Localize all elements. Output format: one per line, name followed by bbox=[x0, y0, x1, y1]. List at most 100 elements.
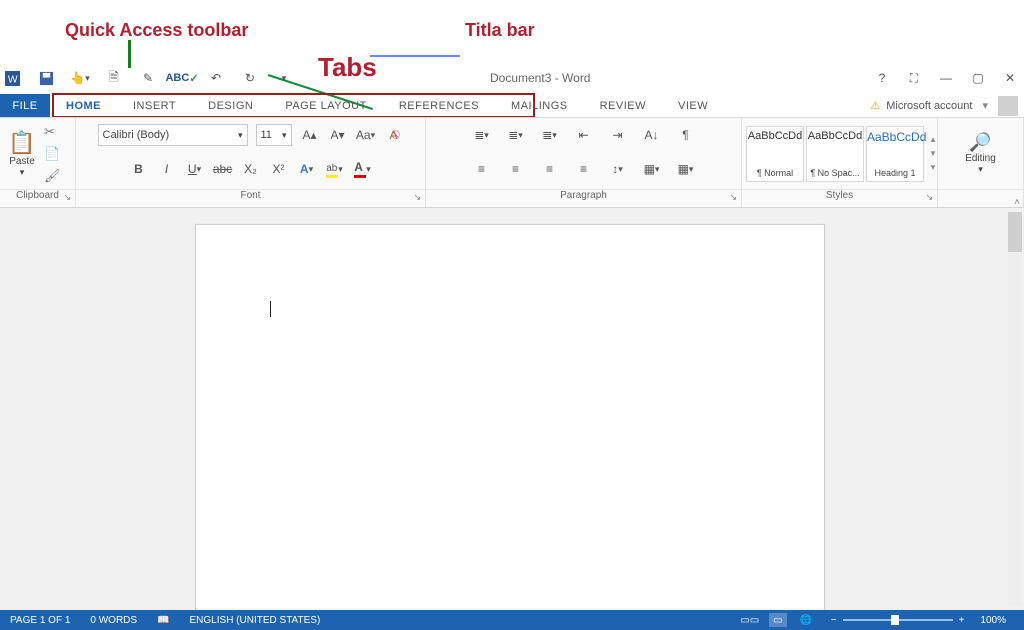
format-painter-icon[interactable]: 🖌 bbox=[44, 168, 61, 184]
clipboard-launcher-icon[interactable]: ↘ bbox=[63, 192, 71, 203]
save-icon[interactable] bbox=[38, 70, 54, 86]
qat-customize-icon[interactable]: ▾ bbox=[276, 70, 292, 86]
multilevel-button[interactable]: ≣▾ bbox=[540, 125, 560, 145]
grow-font-button[interactable]: A▴ bbox=[300, 125, 320, 145]
justify-button[interactable]: ≡ bbox=[574, 159, 594, 179]
tab-page-layout[interactable]: PAGE LAYOUT bbox=[269, 94, 383, 117]
paste-label: Paste bbox=[4, 156, 40, 167]
shrink-font-button[interactable]: A▾ bbox=[328, 125, 348, 145]
tab-mailings[interactable]: MAILINGS bbox=[495, 94, 584, 117]
font-name-select[interactable]: Calibri (Body)▾ bbox=[98, 124, 248, 146]
text-effects-button[interactable]: A▾ bbox=[297, 159, 317, 179]
numbering-button[interactable]: ≣▾ bbox=[506, 125, 526, 145]
italic-button[interactable]: I bbox=[157, 159, 177, 179]
group-paragraph: ≣▾ ≣▾ ≣▾ ⇤ ⇥ A↓ ¶ ≡ ≡ ≡ ≡ ↕▾ ▦▾ ▦▾ Parag… bbox=[426, 118, 742, 207]
print-layout-button[interactable]: ▭ bbox=[769, 613, 787, 627]
group-label-font: Font bbox=[240, 190, 260, 201]
status-language[interactable]: ENGLISH (UNITED STATES) bbox=[180, 615, 331, 626]
tab-design[interactable]: DESIGN bbox=[192, 94, 269, 117]
paste-button[interactable]: 📋 Paste ▾ bbox=[4, 130, 40, 178]
bullets-button[interactable]: ≣▾ bbox=[472, 125, 492, 145]
ribbon-display-icon[interactable]: ⛶ bbox=[906, 70, 922, 86]
font-size-select[interactable]: 11▾ bbox=[256, 124, 292, 146]
zoom-track[interactable] bbox=[843, 619, 953, 621]
tab-file[interactable]: FILE bbox=[0, 94, 50, 117]
account-dropdown-icon[interactable]: ▾ bbox=[978, 99, 992, 112]
paste-icon: 📋 bbox=[4, 130, 40, 156]
tab-view[interactable]: VIEW bbox=[662, 94, 724, 117]
help-icon[interactable]: ? bbox=[874, 70, 890, 86]
cut-icon[interactable]: ✂ bbox=[44, 124, 61, 140]
status-page[interactable]: PAGE 1 OF 1 bbox=[0, 615, 80, 626]
zoom-in-button[interactable]: + bbox=[959, 615, 965, 626]
borders-button[interactable]: ▦▾ bbox=[676, 159, 696, 179]
anno-title: Titla bar bbox=[465, 20, 535, 41]
new-doc-icon[interactable]: 🗎 bbox=[106, 70, 122, 86]
redo-icon[interactable]: ↻ bbox=[242, 70, 258, 86]
font-launcher-icon[interactable]: ↘ bbox=[413, 192, 421, 203]
titlebar-text: Document3 - Word bbox=[490, 71, 590, 85]
strikethrough-button[interactable]: abc bbox=[213, 159, 233, 179]
align-center-button[interactable]: ≡ bbox=[506, 159, 526, 179]
subscript-button[interactable]: X₂ bbox=[241, 159, 261, 179]
style-no-spacing[interactable]: AaBbCcDd¶ No Spac... bbox=[806, 126, 864, 182]
group-label-styles: Styles bbox=[826, 190, 853, 201]
paragraph-launcher-icon[interactable]: ↘ bbox=[729, 192, 737, 203]
document-page[interactable] bbox=[195, 224, 825, 626]
open-icon[interactable]: ✎ bbox=[140, 70, 156, 86]
maximize-icon[interactable]: ▢ bbox=[970, 70, 986, 86]
status-proofing-icon[interactable]: 📖 bbox=[147, 615, 179, 626]
collapse-ribbon-icon[interactable]: ˄ bbox=[1014, 197, 1020, 208]
anno-title-underline bbox=[370, 55, 460, 57]
decrease-indent-button[interactable]: ⇤ bbox=[574, 125, 594, 145]
close-icon[interactable]: ✕ bbox=[1002, 70, 1018, 86]
svg-text:W: W bbox=[7, 74, 17, 85]
clear-formatting-button[interactable]: A⃠ bbox=[384, 125, 404, 145]
superscript-button[interactable]: X² bbox=[269, 159, 289, 179]
read-mode-button[interactable]: ▭▭ bbox=[741, 613, 759, 627]
shading-button[interactable]: ▦▾ bbox=[642, 159, 662, 179]
align-left-button[interactable]: ≡ bbox=[472, 159, 492, 179]
change-case-button[interactable]: Aa▾ bbox=[356, 125, 376, 145]
undo-icon[interactable]: ↶ bbox=[208, 70, 224, 86]
line-spacing-button[interactable]: ↕▾ bbox=[608, 159, 628, 179]
highlight-button[interactable]: ab▾ bbox=[325, 159, 345, 179]
web-layout-button[interactable]: 🌐 bbox=[797, 613, 815, 627]
group-editing: 🔎 Editing▾ ˄ bbox=[938, 118, 1024, 207]
tab-insert[interactable]: INSERT bbox=[117, 94, 192, 117]
tab-references[interactable]: REFERENCES bbox=[383, 94, 495, 117]
anno-qat: Quick Access toolbar bbox=[65, 20, 248, 41]
zoom-out-button[interactable]: − bbox=[831, 615, 837, 626]
align-right-button[interactable]: ≡ bbox=[540, 159, 560, 179]
font-color-button[interactable]: A▾ bbox=[353, 159, 373, 179]
ms-account[interactable]: ⚠ Microsoft account ▾ bbox=[870, 94, 1024, 117]
find-button[interactable]: 🔎 Editing▾ bbox=[965, 132, 996, 175]
zoom-percent[interactable]: 100% bbox=[970, 615, 1016, 626]
account-label: Microsoft account bbox=[886, 100, 972, 112]
ribbon: 📋 Paste ▾ ✂ 📄 🖌 Clipboard↘ Calibri (Body… bbox=[0, 118, 1024, 208]
status-bar: PAGE 1 OF 1 0 WORDS 📖 ENGLISH (UNITED ST… bbox=[0, 610, 1024, 630]
vertical-scrollbar[interactable] bbox=[1008, 212, 1022, 606]
styles-launcher-icon[interactable]: ↘ bbox=[925, 192, 933, 203]
avatar[interactable] bbox=[998, 96, 1018, 116]
sort-button[interactable]: A↓ bbox=[642, 125, 662, 145]
zoom-thumb[interactable] bbox=[891, 615, 899, 625]
status-words[interactable]: 0 WORDS bbox=[80, 615, 147, 626]
underline-button[interactable]: U▾ bbox=[185, 159, 205, 179]
word-app-icon: W bbox=[4, 70, 20, 86]
style-normal[interactable]: AaBbCcDd¶ Normal bbox=[746, 126, 804, 182]
show-marks-button[interactable]: ¶ bbox=[676, 125, 696, 145]
tab-review[interactable]: REVIEW bbox=[584, 94, 662, 117]
scrollbar-thumb[interactable] bbox=[1008, 212, 1022, 252]
copy-icon[interactable]: 📄 bbox=[44, 146, 61, 162]
style-heading1[interactable]: AaBbCcDdHeading 1 bbox=[866, 126, 924, 182]
group-font: Calibri (Body)▾ 11▾ A▴ A▾ Aa▾ A⃠ B I U▾ … bbox=[76, 118, 426, 207]
zoom-slider: − + 100% bbox=[823, 615, 1024, 626]
tab-home[interactable]: HOME bbox=[50, 94, 117, 117]
bold-button[interactable]: B bbox=[129, 159, 149, 179]
spellcheck-icon[interactable]: ABC✓ bbox=[174, 70, 190, 86]
increase-indent-button[interactable]: ⇥ bbox=[608, 125, 628, 145]
touch-mode-icon[interactable]: 👆▾ bbox=[72, 70, 88, 86]
quick-access-toolbar: W 👆▾ 🗎 ✎ ABC✓ ↶ ↻ ▾ bbox=[0, 70, 292, 86]
minimize-icon[interactable]: — bbox=[938, 70, 954, 86]
